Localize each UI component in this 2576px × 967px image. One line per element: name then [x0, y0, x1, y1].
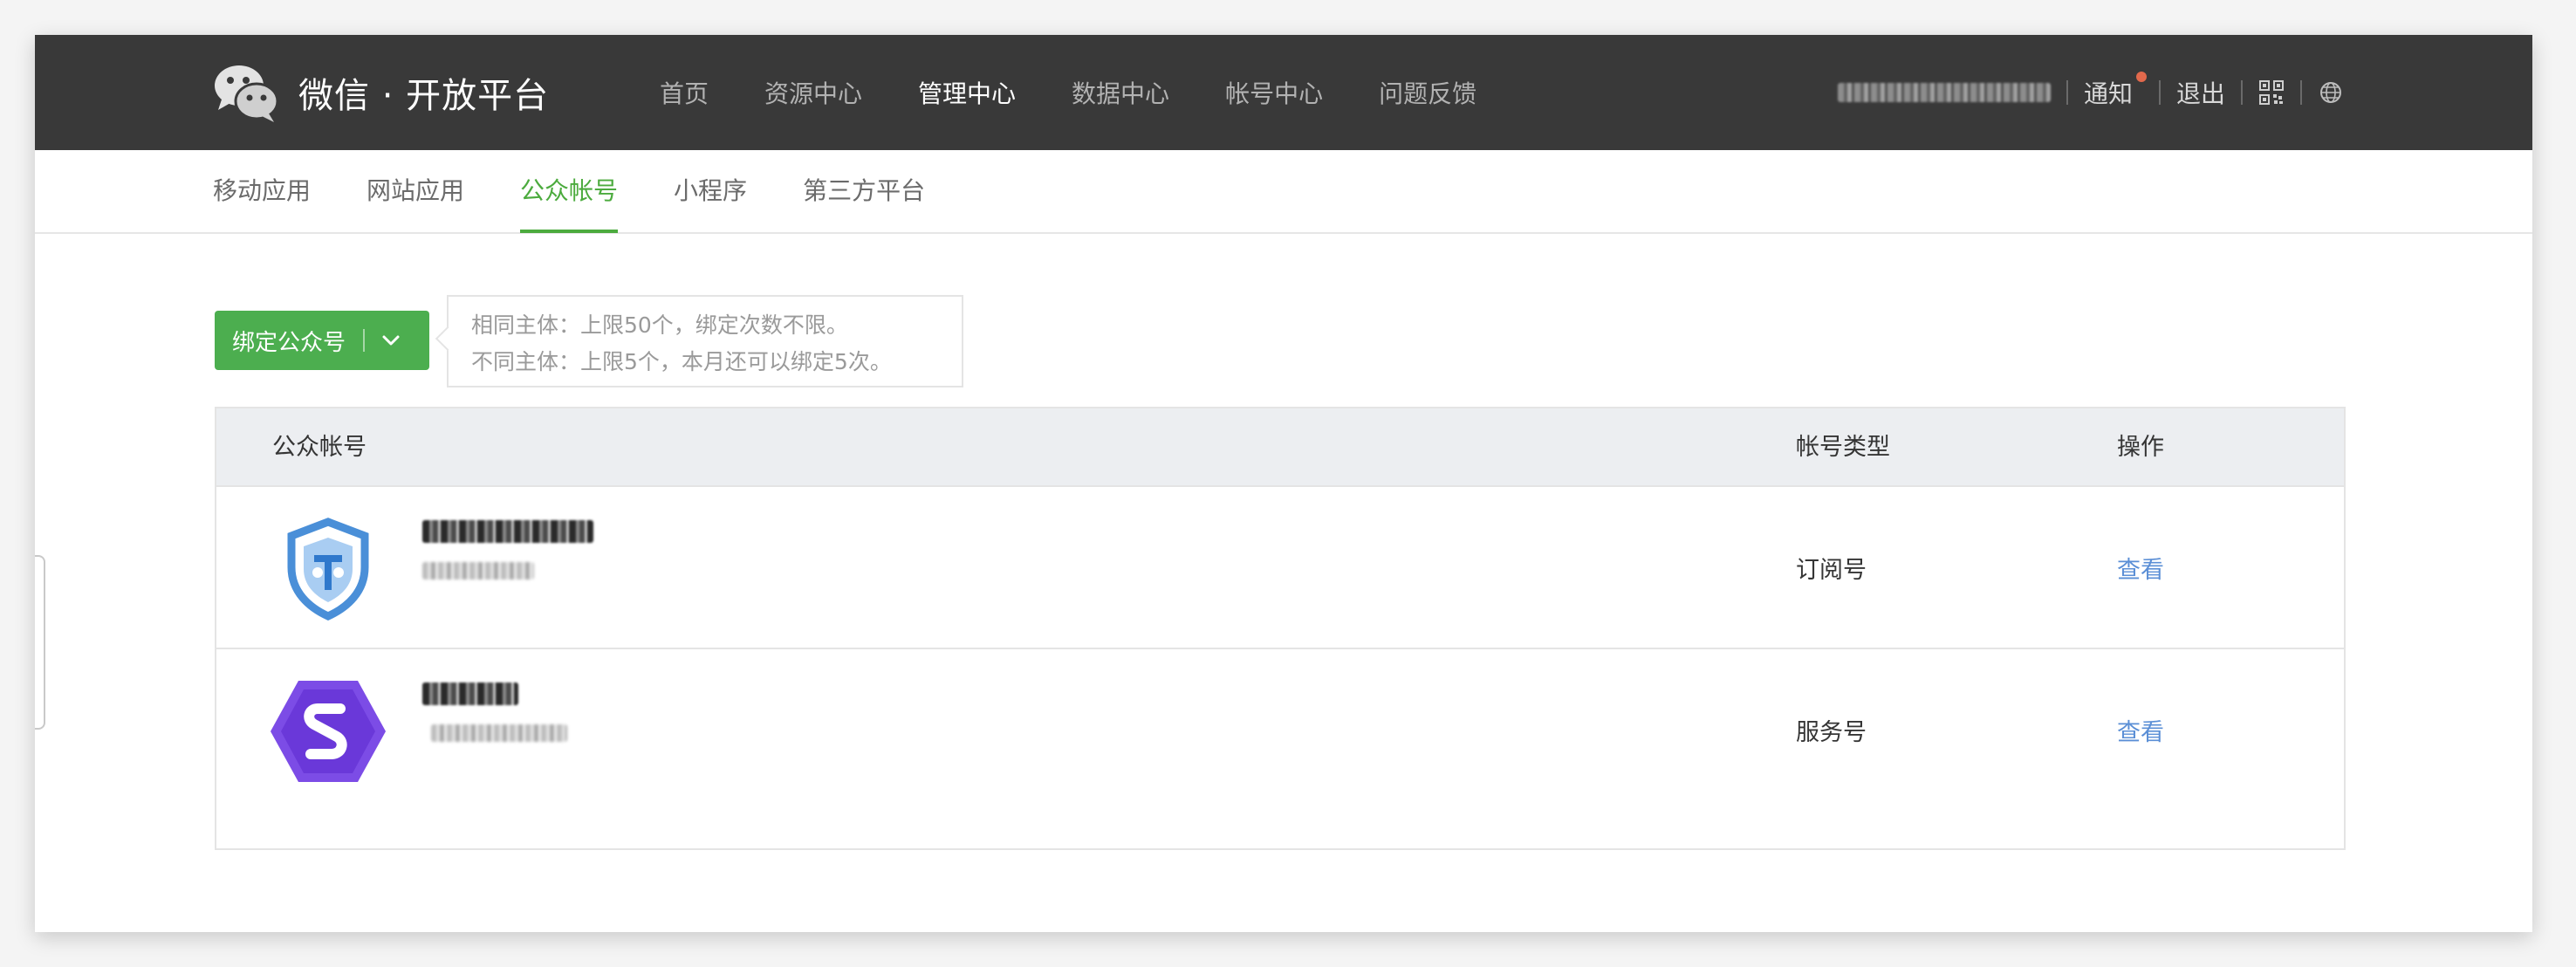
nav-item-management[interactable]: 管理中心	[918, 75, 1016, 110]
tip-line-same-entity: 相同主体：上限50个，绑定次数不限。	[471, 312, 848, 338]
divider	[2241, 80, 2243, 105]
table-row: 服务号 查看	[216, 649, 2344, 810]
tab-official-accounts[interactable]: 公众帐号	[520, 150, 619, 233]
divider	[2300, 80, 2302, 105]
tab-mini-programs[interactable]: 小程序	[674, 150, 747, 232]
bind-button-label: 绑定公众号	[232, 329, 346, 356]
browser-window: 微信 · 开放平台 首页 资源中心 管理中心 数据中心 帐号中心 问题反馈 通知…	[35, 35, 2532, 932]
chevron-down-icon[interactable]	[365, 334, 417, 346]
user-menu: 通知 退出	[1837, 35, 2344, 150]
top-navbar: 微信 · 开放平台 首页 资源中心 管理中心 数据中心 帐号中心 问题反馈 通知…	[35, 35, 2532, 150]
account-id-blurred	[422, 562, 534, 580]
s-hexagon-avatar-icon	[269, 679, 387, 784]
logout-link[interactable]: 退出	[2176, 75, 2225, 110]
username-blurred[interactable]	[1837, 83, 2051, 102]
globe-icon[interactable]	[2318, 79, 2344, 106]
main-nav: 首页 资源中心 管理中心 数据中心 帐号中心 问题反馈	[660, 35, 1532, 150]
tab-third-party-platform[interactable]: 第三方平台	[803, 150, 925, 232]
nav-item-account[interactable]: 帐号中心	[1225, 75, 1323, 110]
account-type: 订阅号	[1796, 556, 1867, 584]
table-header: 公众帐号 帐号类型 操作	[216, 408, 2344, 487]
qrcode-icon[interactable]	[2258, 79, 2285, 106]
sub-nav-tabs: 移动应用 网站应用 公众帐号 小程序 第三方平台	[213, 150, 981, 233]
column-header-operation: 操作	[2117, 434, 2164, 461]
official-accounts-table: 公众帐号 帐号类型 操作 订阅号 查看 服务号 查看	[215, 407, 2346, 850]
side-panel-handle[interactable]	[35, 555, 45, 730]
brand-title: 微信 · 开放平台	[298, 76, 550, 116]
column-header-account: 公众帐号	[272, 434, 367, 461]
table-row: 订阅号 查看	[216, 487, 2344, 649]
divider	[2158, 80, 2161, 105]
view-link[interactable]: 查看	[2117, 649, 2164, 810]
notification-dot-icon	[2135, 72, 2147, 82]
account-id-blurred	[431, 724, 567, 742]
sub-nav: 移动应用 网站应用 公众帐号 小程序 第三方平台	[35, 150, 2532, 234]
nav-item-home[interactable]: 首页	[660, 75, 709, 110]
account-type: 服务号	[1796, 718, 1867, 746]
view-link[interactable]: 查看	[2117, 487, 2164, 648]
column-header-type: 帐号类型	[1796, 434, 1890, 461]
notifications-link[interactable]: 通知	[2083, 72, 2147, 110]
account-name-blurred	[422, 682, 518, 705]
tab-website-apps[interactable]: 网站应用	[367, 150, 464, 232]
tip-line-different-entity: 不同主体：上限5个，本月还可以绑定5次。	[471, 349, 892, 374]
nav-item-resources[interactable]: 资源中心	[764, 75, 862, 110]
nav-item-feedback[interactable]: 问题反馈	[1379, 75, 1476, 110]
divider	[2066, 80, 2068, 105]
bind-limit-tip: 相同主体：上限50个，绑定次数不限。 不同主体：上限5个，本月还可以绑定5次。	[447, 295, 963, 387]
wechat-logo-icon	[213, 61, 279, 124]
account-name-blurred	[422, 520, 593, 543]
notifications-label: 通知	[2083, 79, 2133, 108]
tab-mobile-apps[interactable]: 移动应用	[213, 150, 311, 232]
shield-avatar-icon	[269, 517, 387, 621]
brand-logo[interactable]: 微信 · 开放平台	[213, 61, 549, 124]
nav-item-data[interactable]: 数据中心	[1072, 75, 1169, 110]
bind-official-account-button[interactable]: 绑定公众号	[215, 311, 429, 370]
